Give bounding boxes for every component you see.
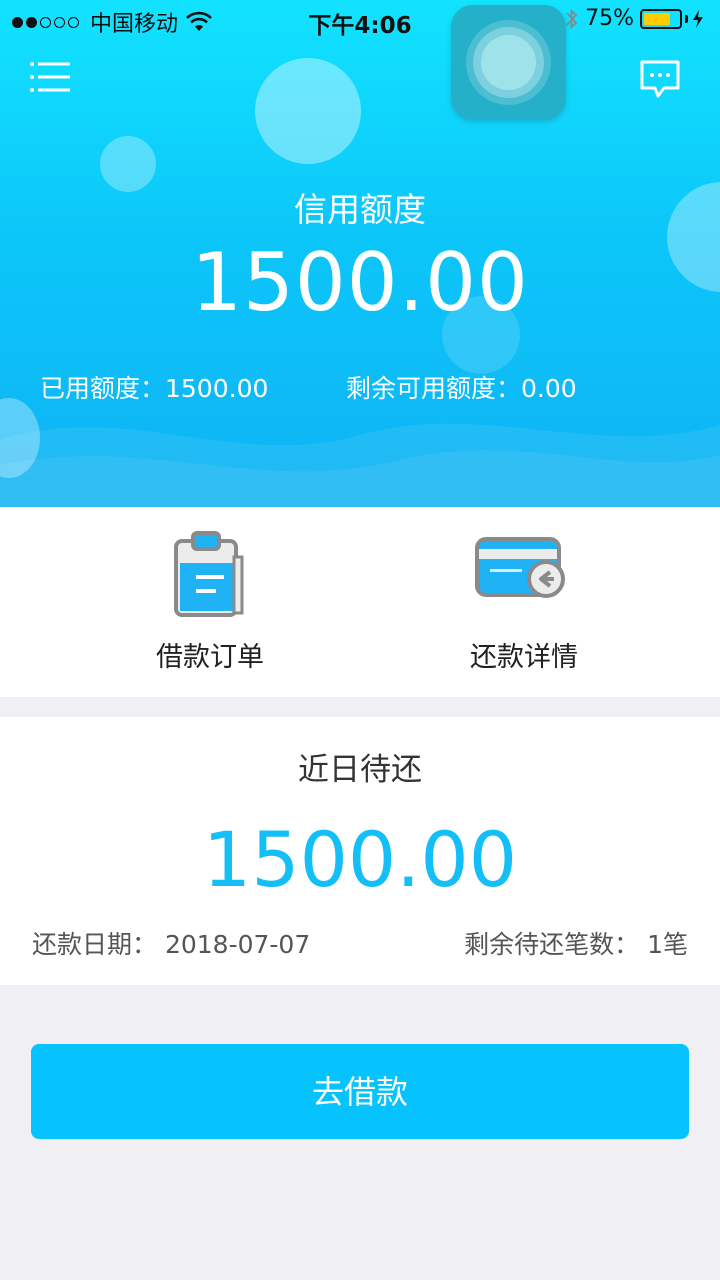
header-banner: 中国移动 下午4:06 75% 信用额度 1500.00 已用额度：1500.0… (0, 0, 720, 507)
assistive-touch-button[interactable] (451, 5, 566, 120)
bluetooth-icon (566, 8, 578, 29)
remaining-repayment-count: 剩余待还笔数： 1笔 (464, 930, 688, 959)
repayment-date: 还款日期： 2018-07-07 (32, 930, 311, 959)
assistive-touch-core (481, 35, 536, 90)
decorative-bubble (255, 58, 361, 164)
upcoming-repayment-card: 近日待还 1500.00 还款日期： 2018-07-07 剩余待还笔数： 1笔 (0, 717, 720, 985)
list-menu-icon (30, 62, 70, 92)
credit-limit-label: 信用额度 (294, 190, 426, 229)
used-credit: 已用额度：1500.00 (40, 374, 269, 403)
battery-icon (640, 8, 682, 29)
status-bar-right: 75% (541, 6, 710, 31)
loan-orders-label: 借款订单 (156, 642, 264, 673)
borrow-button[interactable]: 去借款 (31, 1044, 689, 1139)
upcoming-repayment-title: 近日待还 (298, 752, 422, 788)
remaining-credit: 剩余可用额度：0.00 (346, 374, 577, 403)
upcoming-repayment-amount: 1500.00 (202, 815, 518, 904)
battery-percent: 75% (585, 6, 634, 31)
battery-level (644, 12, 670, 25)
loan-orders-button[interactable]: 借款订单 (0, 507, 360, 697)
clipboard-icon (174, 531, 244, 617)
status-bar: 中国移动 下午4:06 75% (0, 0, 720, 40)
message-button[interactable] (638, 58, 682, 102)
repayment-details-label: 还款详情 (470, 642, 578, 673)
message-bubble-icon (640, 60, 680, 98)
card-return-icon (475, 537, 565, 598)
battery-tip (685, 14, 688, 23)
quick-actions: 借款订单 还款详情 (0, 507, 720, 697)
charging-bolt-icon (693, 9, 703, 28)
repayment-details-button[interactable]: 还款详情 (360, 507, 720, 697)
menu-button[interactable] (28, 60, 74, 96)
credit-limit-amount: 1500.00 (191, 236, 529, 329)
